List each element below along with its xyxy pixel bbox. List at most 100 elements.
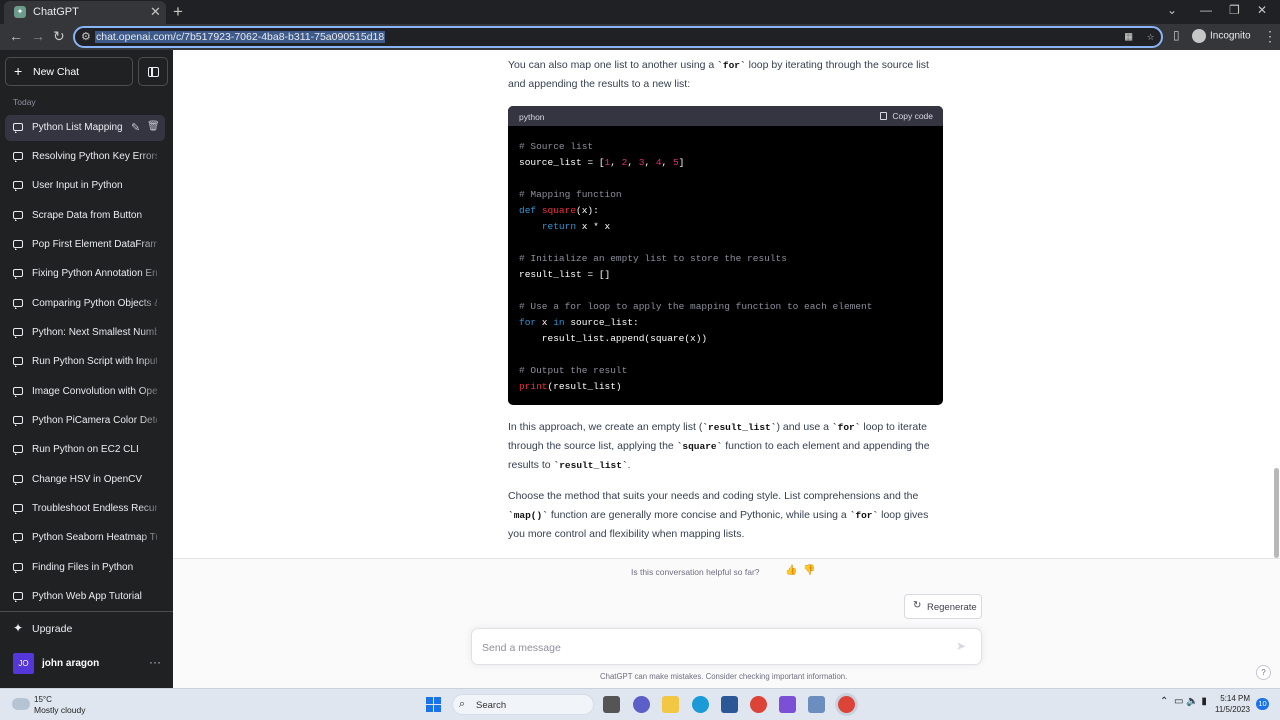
taskbar-search[interactable]: ⌕ Search [452,694,594,715]
store-icon[interactable] [721,696,738,713]
tab-title: ChatGPT [33,6,79,18]
back-button[interactable]: ← [9,28,23,44]
code-line: def square(x): [519,205,599,216]
date: 11/5/2023 [1215,705,1250,714]
sidebar: + New Chat Today Python List Mapping ✎ 🗑… [0,50,173,688]
upgrade-button[interactable]: ✦ Upgrade [5,616,165,642]
chat-item[interactable]: Change HSV in OpenCV [5,467,165,493]
chat-bubble-icon [13,387,23,397]
edge-browser-icon[interactable] [692,696,709,713]
side-panel-icon[interactable]: ▯ [1173,28,1180,42]
chat-item[interactable]: Scrape Data from Button [5,203,165,229]
sparkle-icon: ✦ [13,621,24,635]
send-icon[interactable]: ➤ [956,639,966,653]
browser-menu-icon[interactable]: ⋮ [1263,28,1277,45]
site-info-icon[interactable]: ⚙ [81,30,91,43]
cloud-icon [12,698,30,710]
chat-item[interactable]: Run Python on EC2 CLI [5,437,165,463]
incognito-icon [1192,29,1206,43]
chrome-active-icon[interactable] [838,696,855,713]
feedback-prompt: Is this conversation helpful so far? [631,567,760,577]
incognito-label: Incognito [1210,30,1251,42]
address-bar[interactable]: ⚙ chat.openai.com/c/7b517923-7062-4ba8-b… [73,26,1163,48]
code-line: print(result_list) [519,381,622,392]
reload-button[interactable]: ↻ [53,28,65,45]
maximize-button[interactable]: ❐ [1229,3,1240,17]
user-name: john aragon [42,658,100,669]
notification-badge[interactable]: 10 [1256,698,1269,710]
user-menu[interactable]: JO john aragon ··· [5,650,165,678]
copy-code-button[interactable]: Copy code [880,111,933,121]
url-text[interactable]: chat.openai.com/c/7b517923-7062-4ba8-b31… [95,31,386,43]
browser-tab[interactable]: ✦ ChatGPT ✕ [4,1,166,24]
chrome-icon[interactable] [750,696,767,713]
code-line: # Source list [519,141,594,152]
taskbar: 15°C Mostly cloudy ⌕ Search ⌃ ▭ 🔈 ▮ 5:14… [0,688,1280,720]
inline-code: `for` [831,422,861,433]
chat-bubble-icon [13,445,23,455]
thumbs-down-icon[interactable]: 👎 [803,565,815,576]
chat-item[interactable]: Finding Files in Python [5,555,165,581]
message-composer: ➤ [471,628,982,665]
close-window-button[interactable]: ✕ [1257,3,1267,17]
chat-bubble-icon [13,416,23,426]
chat-item[interactable]: Image Convolution with OpenCV [5,379,165,405]
task-view-icon[interactable] [603,696,620,713]
chat-item[interactable]: Run Python Script with Input [5,349,165,375]
system-tray[interactable]: ⌃ ▭ 🔈 ▮ [1160,696,1207,707]
chat-item[interactable]: Troubleshoot Endless Recursion [5,496,165,522]
chat-item[interactable]: Python: Next Smallest Number [5,320,165,346]
chat-item[interactable]: Python PiCamera Color Detection [5,408,165,434]
thumbs-up-icon[interactable]: 👍 [785,565,797,576]
windows-start-icon[interactable] [426,697,441,712]
chat-item[interactable]: User Input in Python [5,173,165,199]
inline-code: `for` [849,510,879,521]
chat-item[interactable]: Python Seaborn Heatmap Tutorial [5,525,165,551]
assistant-paragraph: Choose the method that suits your needs … [508,490,929,540]
weather-condition: Mostly cloudy [34,705,86,715]
scrollbar-thumb[interactable] [1274,468,1279,558]
close-sidebar-button[interactable] [138,57,168,86]
chat-title: Run Python on EC2 CLI [32,444,139,455]
inline-code: `for` [717,60,746,71]
time: 5:14 PM [1220,694,1250,703]
chat-bubble-icon [13,240,23,250]
inline-code: `map()` [508,510,548,521]
new-chat-button[interactable]: + New Chat [5,57,133,86]
help-button[interactable]: ? [1256,665,1271,680]
chat-item[interactable]: Python Web App Tutorial [5,584,165,610]
network-icon: ▭ [1173,696,1184,707]
chat-item[interactable]: Fixing Python Annotation Errors [5,261,165,287]
sidebar-toggle-icon [148,67,159,77]
new-tab-button[interactable]: + [173,2,183,22]
app-icon[interactable] [808,696,825,713]
delete-icon[interactable]: 🗑 [147,121,160,132]
clipboard-icon [880,112,888,120]
chat-item[interactable]: Comparing Python Objects & [5,291,165,317]
edit-icon[interactable]: ✎ [131,121,140,134]
scrollbar[interactable] [1273,50,1280,558]
close-tab-icon[interactable]: ✕ [150,4,161,20]
chat-item[interactable]: Python List Mapping ✎ 🗑 [5,115,165,141]
chat-bubble-icon [13,563,23,573]
app-icon[interactable] [779,696,796,713]
regenerate-label: Regenerate [927,602,977,613]
clock[interactable]: 5:14 PM 11/5/2023 [1215,693,1250,715]
forward-button[interactable]: → [31,28,45,44]
upgrade-label: Upgrade [32,623,73,635]
more-options-icon[interactable]: ··· [149,655,161,669]
copy-code-label: Copy code [892,111,933,121]
chatgpt-favicon-icon: ✦ [14,6,26,18]
bookmark-star-icon[interactable]: ☆ [1147,29,1154,44]
file-explorer-icon[interactable] [662,696,679,713]
qr-code-icon[interactable]: ▦ [1125,29,1132,44]
message-input[interactable] [482,639,922,656]
chat-app-icon[interactable] [633,696,650,713]
incognito-profile[interactable]: Incognito [1192,29,1251,43]
avatar: JO [13,653,34,674]
regenerate-button[interactable]: ↻ Regenerate [904,594,982,619]
tab-search-icon[interactable]: ⌄ [1167,3,1177,17]
chat-item[interactable]: Resolving Python Key Errors [5,144,165,170]
chat-item[interactable]: Pop First Element DataFrame [5,232,165,258]
minimize-button[interactable]: — [1200,3,1212,17]
